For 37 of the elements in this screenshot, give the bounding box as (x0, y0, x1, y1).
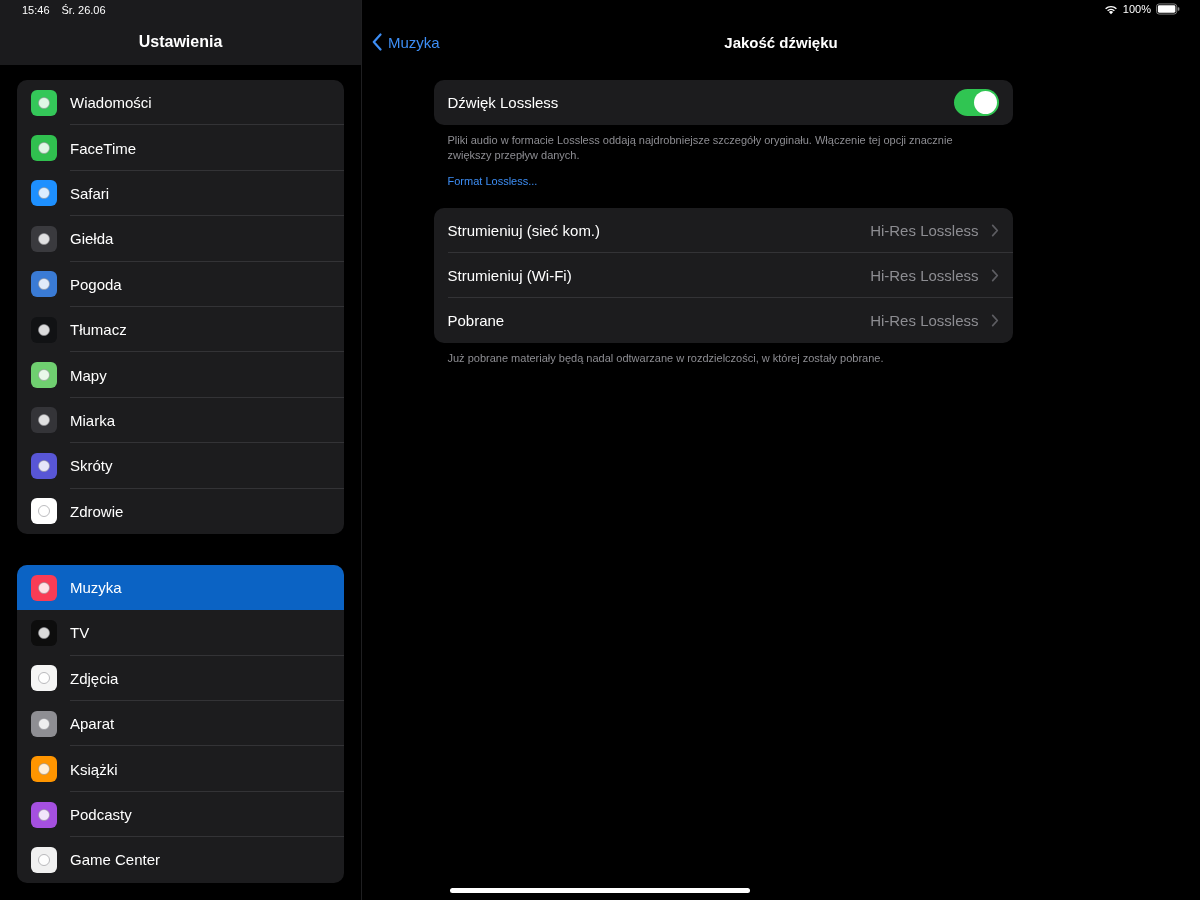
sidebar-item[interactable]: Safari (17, 170, 344, 217)
chevron-icon (990, 224, 999, 237)
page-title: Jakość dźwięku (724, 34, 838, 51)
sidebar-item[interactable]: Muzyka (17, 564, 344, 611)
settings-row[interactable]: Pobrane Hi-Res Lossless (433, 298, 1013, 343)
settings-row[interactable]: Strumieniuj (Wi-Fi) Hi-Res Lossless (433, 253, 1013, 298)
sidebar-item[interactable]: Zdrowie (17, 488, 344, 534)
settings-row[interactable]: Strumieniuj (sieć kom.) Hi-Res Lossless (433, 208, 1013, 253)
battery-icon (1156, 3, 1180, 15)
status-time: 15:46 (22, 4, 50, 16)
sidebar-item[interactable]: Tłumacz (17, 306, 344, 353)
status-date: Śr. 26.06 (61, 4, 106, 16)
sidebar-item[interactable]: Zdjęcia (17, 655, 344, 702)
back-button[interactable]: Muzyka (372, 33, 440, 51)
battery-percent: 100% (1122, 3, 1151, 15)
sidebar-item[interactable]: Książki (17, 746, 344, 792)
chevron-icon (990, 314, 999, 327)
footer-note: Już pobrane materiały będą nadal odtwarzane w rozdzielczości, w której zostały pobrane. (447, 351, 885, 366)
sidebar-item[interactable]: FaceTime (17, 125, 344, 171)
sidebar-item[interactable]: Mapy (17, 352, 344, 398)
chevron-icon (990, 269, 999, 282)
format-link[interactable]: Format Lossless... (447, 175, 538, 187)
sidebar-title: Ustawienia (138, 33, 223, 51)
sidebar-item[interactable]: Skróty (17, 443, 344, 489)
wifi-icon (1103, 3, 1118, 15)
sidebar-item[interactable]: Miarka (17, 397, 344, 444)
sidebar-item[interactable]: Aparat (17, 701, 344, 747)
sidebar-item[interactable]: Pogoda (17, 261, 344, 307)
sidebar-item[interactable]: Giełda (17, 216, 344, 262)
toggle-switch[interactable] (953, 89, 999, 116)
footer-note: Pliki audio w formacie Lossless oddają najdrobniejsze szczegóły oryginału. Włączenie tej opcji znacznie zwiększy przepływ danych. (447, 133, 954, 163)
sidebar-item[interactable]: Podcasty (17, 791, 344, 838)
sidebar-item[interactable]: Game Center (17, 837, 344, 883)
setting-label: Dźwięk Lossless (447, 94, 560, 111)
sidebar-item[interactable]: TV (17, 610, 344, 656)
back-chevron-icon (372, 33, 382, 51)
sidebar-item[interactable]: Wiadomości (17, 80, 344, 126)
